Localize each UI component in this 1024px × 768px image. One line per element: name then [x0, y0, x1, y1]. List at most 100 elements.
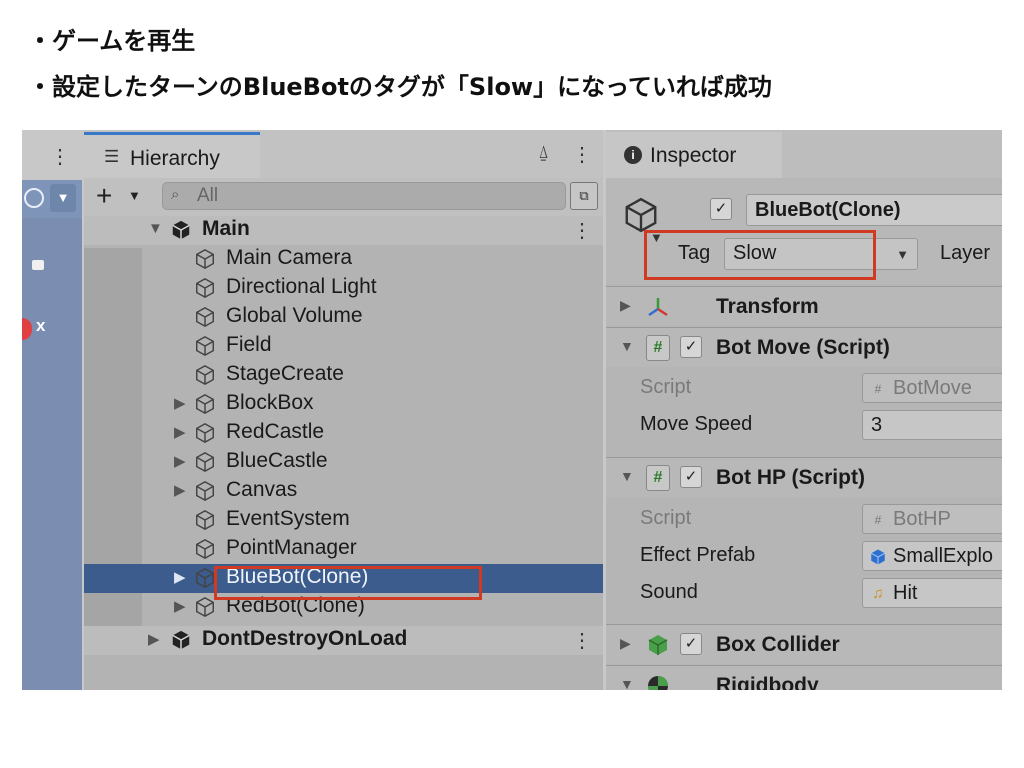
bot-hp-enabled-checkbox[interactable]: ✓	[680, 466, 702, 488]
instruction-line-2: ・設定したターンのBlueBotのタグが「Slow」になっていれば成功	[28, 73, 772, 101]
expand-arrow-icon[interactable]: ▶	[174, 568, 186, 586]
hierarchy-row[interactable]: StageCreate	[84, 361, 603, 390]
sound-label: Sound	[640, 581, 698, 603]
add-button[interactable]: +	[96, 182, 112, 210]
sound-field[interactable]: ♫ Hit	[862, 578, 1002, 608]
effect-prefab-field[interactable]: SmallExplo	[862, 541, 1002, 571]
collapse-arrow-icon[interactable]: ▼	[620, 338, 634, 354]
hierarchy-row[interactable]: Global Volume	[84, 303, 603, 332]
gameobject-cube-icon	[194, 422, 216, 444]
move-speed-value: 3	[871, 414, 883, 436]
hierarchy-panel: ☰ Hierarchy ⍙ ⋮ + ▼ ⌕ All ⧉ ▼ Main ⋮ Main C…	[84, 130, 603, 690]
component-bot-move[interactable]: ▼ # ✓ Bot Move (Script)	[606, 327, 1002, 367]
component-box-collider[interactable]: ▶ ✓ Box Collider	[606, 624, 1002, 664]
kebab-icon[interactable]: ⋮	[572, 142, 592, 167]
collapse-arrow-icon[interactable]: ▼	[620, 468, 634, 484]
hierarchy-row[interactable]: ▶ BlockBox	[84, 390, 603, 419]
hierarchy-row[interactable]: ▶ RedCastle	[84, 419, 603, 448]
hierarchy-row[interactable]: Main Camera	[84, 245, 603, 274]
bot-hp-script-value: BotHP	[893, 508, 951, 530]
hierarchy-row-label: Canvas	[226, 478, 298, 501]
component-rigidbody[interactable]: ▼ Rigidbody	[606, 665, 1002, 690]
tab-hierarchy-label: Hierarchy	[130, 147, 220, 170]
box-collider-icon	[648, 635, 668, 655]
chevron-down-icon[interactable]: ▼	[50, 184, 76, 212]
list-icon: ☰	[104, 147, 120, 166]
close-label[interactable]: x	[36, 316, 45, 336]
bot-move-script-row: Script # BotMove	[606, 370, 1002, 407]
component-transform[interactable]: ▶ Transform	[606, 286, 1002, 326]
inspector-panel: i Inspector ✓ BlueBot(Clone) ▼ Tag Slow …	[606, 130, 1002, 690]
tab-inspector[interactable]: i Inspector	[606, 132, 782, 178]
box-collider-title: Box Collider	[716, 633, 840, 656]
unity-editor-screenshot: ⋮ ▼ x ☰ Hierarchy ⍙ ⋮ + ▼ ⌕ All ⧉ ▼ Main ⋮…	[22, 130, 1002, 690]
gameobject-cube-icon	[194, 335, 216, 357]
search-input[interactable]: ⌕ All	[162, 182, 566, 210]
move-speed-field[interactable]: 3	[862, 410, 1002, 440]
expand-arrow-icon[interactable]: ▶	[174, 597, 186, 615]
collapse-arrow-icon[interactable]: ▼	[620, 676, 634, 690]
bot-hp-script-field: # BotHP	[862, 504, 1002, 534]
expand-arrow-icon[interactable]: ▶	[148, 630, 160, 648]
chevron-down-icon[interactable]: ▼	[128, 188, 141, 203]
prefab-cube-icon	[870, 549, 886, 565]
hierarchy-row-label: Main	[202, 217, 250, 240]
scene-row[interactable]: ▶ DontDestroyOnLoad ⋮	[84, 626, 603, 655]
gameobject-cube-icon	[194, 451, 216, 473]
bot-move-script-field: # BotMove	[862, 373, 1002, 403]
hierarchy-row[interactable]: ▶ Canvas	[84, 477, 603, 506]
instruction-list: ・ゲームを再生 ・設定したターンのBlueBotのタグが「Slow」になっていれ…	[28, 18, 772, 110]
lock-icon[interactable]	[32, 260, 44, 270]
hierarchy-row-label: Field	[226, 333, 272, 356]
move-speed-row: Move Speed 3	[606, 407, 1002, 444]
expand-arrow-icon[interactable]: ▶	[620, 297, 631, 314]
hierarchy-row[interactable]: EventSystem	[84, 506, 603, 535]
info-icon: i	[624, 146, 642, 164]
sound-value: Hit	[893, 582, 918, 604]
lock-icon[interactable]: ⍙	[538, 142, 549, 163]
bot-hp-script-row: Script # BotHP	[606, 501, 1002, 538]
highlight-box-selected-row	[214, 566, 482, 600]
expand-arrow-icon[interactable]: ▶	[174, 423, 186, 441]
script-hash-icon: #	[874, 513, 882, 527]
hierarchy-row[interactable]: PointManager	[84, 535, 603, 564]
hierarchy-row[interactable]: Directional Light	[84, 274, 603, 303]
active-checkbox[interactable]: ✓	[710, 198, 732, 220]
unity-scene-icon	[170, 629, 192, 651]
gameobject-cube-icon	[194, 306, 216, 328]
kebab-icon[interactable]: ⋮	[572, 628, 592, 653]
hierarchy-row-label: BlueCastle	[226, 449, 328, 472]
box-collider-enabled-checkbox[interactable]: ✓	[680, 633, 702, 655]
kebab-icon[interactable]: ⋮	[572, 218, 592, 243]
object-name-field[interactable]: BlueBot(Clone)	[746, 194, 1002, 226]
bot-hp-title: Bot HP (Script)	[716, 466, 865, 489]
expand-arrow-icon[interactable]: ▶	[174, 394, 186, 412]
gameobject-cube-icon	[194, 538, 216, 560]
hierarchy-row-label: Main Camera	[226, 246, 353, 269]
kebab-icon[interactable]: ⋮	[50, 144, 70, 169]
gameobject-cube-icon	[194, 277, 216, 299]
gameobject-cube-icon	[194, 567, 216, 589]
expand-arrow-icon[interactable]: ▶	[174, 452, 186, 470]
scene-row[interactable]: ▼ Main ⋮	[84, 216, 603, 245]
hierarchy-row[interactable]: ▶ BlueCastle	[84, 448, 603, 477]
scene-search-icon[interactable]: ⧉	[570, 182, 598, 210]
bot-move-script-value: BotMove	[893, 377, 972, 399]
collapse-arrow-icon[interactable]: ▼	[148, 220, 163, 237]
hierarchy-row-label: BlockBox	[226, 391, 314, 414]
scene-view-strip	[22, 218, 82, 690]
globe-icon[interactable]	[24, 188, 44, 208]
rigidbody-title: Rigidbody	[716, 674, 819, 690]
expand-arrow-icon[interactable]: ▶	[620, 635, 631, 652]
expand-arrow-icon[interactable]: ▶	[174, 481, 186, 499]
hierarchy-row[interactable]: Field	[84, 332, 603, 361]
effect-prefab-row: Effect Prefab SmallExplo	[606, 538, 1002, 575]
component-bot-hp[interactable]: ▼ # ✓ Bot HP (Script)	[606, 457, 1002, 497]
unity-scene-icon	[170, 219, 192, 241]
instruction-line-1: ・ゲームを再生	[28, 27, 196, 55]
hierarchy-row-label: StageCreate	[226, 362, 344, 385]
bot-move-title: Bot Move (Script)	[716, 336, 890, 359]
tab-hierarchy[interactable]: ☰ Hierarchy	[84, 132, 260, 178]
script-hash-icon: #	[646, 465, 670, 491]
bot-move-enabled-checkbox[interactable]: ✓	[680, 336, 702, 358]
